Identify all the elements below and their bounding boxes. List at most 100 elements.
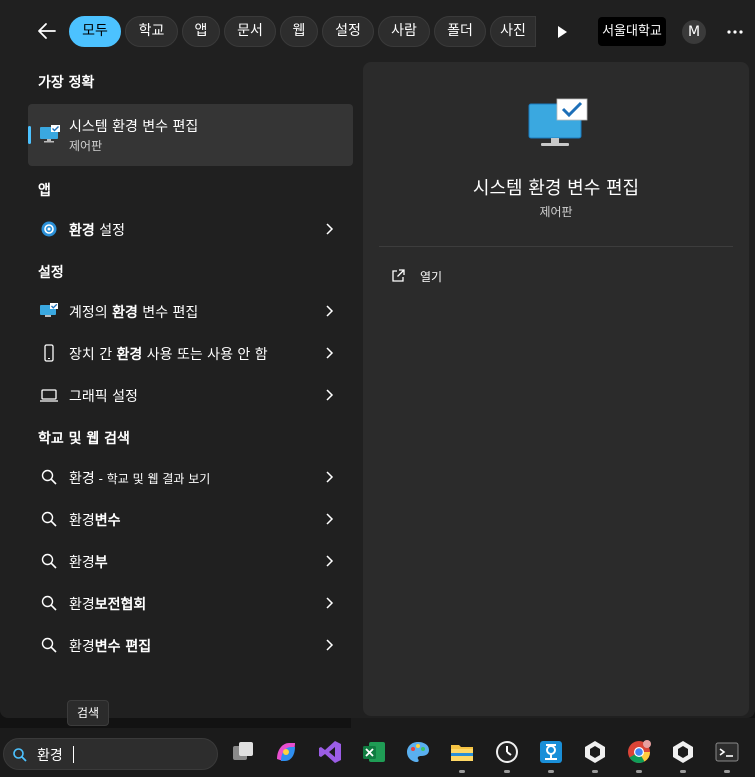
running-indicator — [504, 770, 510, 773]
running-indicator — [724, 770, 730, 773]
item-text-highlight: 환경 — [112, 305, 138, 321]
list-item-web-suggestion[interactable]: 환경보전협회 — [28, 583, 353, 623]
running-indicator — [636, 770, 642, 773]
settings-gear-icon — [41, 221, 57, 237]
best-match-item[interactable]: 시스템 환경 변수 편집 제어판 — [28, 104, 353, 166]
search-term-suffix: - 학교 및 웹 결과 보기 — [94, 472, 211, 486]
best-match-subtitle: 제어판 — [69, 139, 103, 153]
item-text: 계정의 — [69, 305, 113, 321]
running-indicator — [548, 770, 554, 773]
item-text: 환경 — [69, 597, 95, 613]
search-icon — [41, 637, 57, 653]
item-text-rest: 사용 또는 사용 안 함 — [142, 347, 268, 363]
list-item-cross-device[interactable]: 장치 간 환경 사용 또는 사용 안 함 — [28, 333, 353, 373]
selection-indicator — [28, 126, 31, 144]
chevron-right-icon — [326, 555, 334, 567]
account-avatar[interactable]: M — [682, 20, 706, 44]
chevron-right-icon — [326, 347, 334, 359]
excel-icon[interactable] — [361, 739, 387, 765]
search-input[interactable]: 환경 — [37, 745, 63, 765]
item-text-highlight: 변수 — [94, 513, 121, 529]
chevron-right-icon — [326, 639, 334, 651]
running-indicator — [680, 770, 686, 773]
filter-chip-photos[interactable]: 사진 — [490, 16, 536, 47]
chevron-right-icon — [326, 597, 334, 609]
clock-app-icon[interactable] — [494, 739, 520, 765]
taskbar-edge — [351, 718, 755, 728]
unity-hub-icon[interactable] — [670, 739, 696, 765]
list-item-web-suggestion[interactable]: 환경변수 편집 — [28, 625, 353, 665]
file-explorer-icon[interactable] — [449, 739, 475, 765]
list-item-web-suggestion[interactable]: 환경변수 — [28, 499, 353, 539]
item-text: 장치 간 — [69, 347, 117, 363]
preview-title: 시스템 환경 변수 편집 — [472, 178, 640, 199]
chevron-right-icon — [326, 389, 334, 401]
chevron-right-icon — [326, 513, 334, 525]
list-item-account-env[interactable]: 계정의 환경 변수 편집 — [28, 291, 353, 331]
best-match-title: 시스템 환경 변수 편집 — [69, 119, 199, 135]
section-heading-web: 학교 및 웹 검색 — [38, 431, 130, 447]
organization-button[interactable]: 서울대학교 — [598, 17, 666, 46]
taskbar-search-box[interactable]: 환경 — [3, 738, 218, 770]
running-indicator — [592, 770, 598, 773]
system-properties-icon — [40, 125, 60, 143]
section-heading-best-match: 가장 정확 — [38, 75, 95, 91]
item-text: 환경 — [69, 555, 95, 571]
item-text-rest: 설정 — [94, 223, 125, 239]
start-search-panel: 모두 학교 앱 문서 웹 설정 사람 폴더 사진 서울대학교 M 가장 정확 시… — [0, 0, 755, 718]
hangul-word-icon[interactable] — [538, 739, 564, 765]
back-arrow-icon[interactable] — [36, 20, 58, 42]
item-text: 그래픽 설정 — [69, 389, 138, 405]
chevron-right-icon — [326, 223, 334, 235]
scroll-right-icon[interactable] — [552, 22, 572, 42]
filter-chip-apps[interactable]: 앱 — [182, 16, 220, 47]
open-external-icon[interactable] — [390, 268, 406, 284]
preview-pane: 시스템 환경 변수 편집 제어판 열기 — [363, 62, 749, 716]
laptop-icon — [40, 389, 58, 402]
running-indicator — [459, 770, 465, 773]
text-caret — [73, 746, 74, 763]
filter-chip-folders[interactable]: 폴더 — [434, 16, 486, 47]
item-text-highlight: 변수 편집 — [94, 639, 152, 655]
list-item-web-search[interactable]: 환경 - 학교 및 웹 결과 보기 — [28, 457, 353, 497]
search-icon — [13, 748, 27, 762]
list-item-web-suggestion[interactable]: 환경부 — [28, 541, 353, 581]
phone-icon — [44, 344, 54, 362]
paint-icon[interactable] — [405, 739, 431, 765]
search-term: 환경 — [69, 471, 95, 487]
filter-chip-all[interactable]: 모두 — [69, 16, 121, 47]
chevron-right-icon — [326, 471, 334, 483]
list-item-app-settings[interactable]: 환경 설정 — [28, 209, 353, 249]
item-text-rest: 변수 편집 — [137, 305, 199, 321]
section-heading-apps: 앱 — [38, 183, 51, 199]
task-view-icon[interactable] — [230, 739, 256, 765]
search-tooltip: 검색 — [67, 700, 109, 726]
chrome-icon[interactable] — [626, 739, 652, 765]
filter-chip-web[interactable]: 웹 — [280, 16, 318, 47]
preview-subtitle: 제어판 — [539, 205, 573, 219]
filter-chip-school[interactable]: 학교 — [125, 16, 178, 47]
search-icon — [41, 595, 57, 611]
section-heading-settings: 설정 — [38, 265, 64, 281]
item-text-highlight: 부 — [94, 555, 108, 571]
copilot-icon[interactable] — [273, 739, 299, 765]
open-action[interactable]: 열기 — [420, 268, 442, 285]
unity-icon[interactable] — [582, 739, 608, 765]
search-icon — [41, 469, 57, 485]
filter-chip-documents[interactable]: 문서 — [224, 16, 276, 47]
system-properties-icon — [40, 303, 58, 317]
search-icon — [41, 511, 57, 527]
filter-chip-settings[interactable]: 설정 — [322, 16, 374, 47]
item-text-highlight: 환경 — [116, 347, 143, 363]
item-text-highlight: 보전협회 — [94, 597, 147, 613]
filter-chip-people[interactable]: 사람 — [378, 16, 430, 47]
divider — [379, 246, 733, 247]
item-text: 환경 — [69, 513, 95, 529]
system-properties-icon — [528, 98, 588, 146]
item-text: 환경 — [69, 639, 95, 655]
more-options-icon[interactable] — [725, 22, 745, 42]
item-text-highlight: 환경 — [69, 223, 95, 239]
visual-studio-icon[interactable] — [317, 739, 343, 765]
list-item-graphics-settings[interactable]: 그래픽 설정 — [28, 375, 353, 415]
terminal-icon[interactable] — [714, 739, 740, 765]
